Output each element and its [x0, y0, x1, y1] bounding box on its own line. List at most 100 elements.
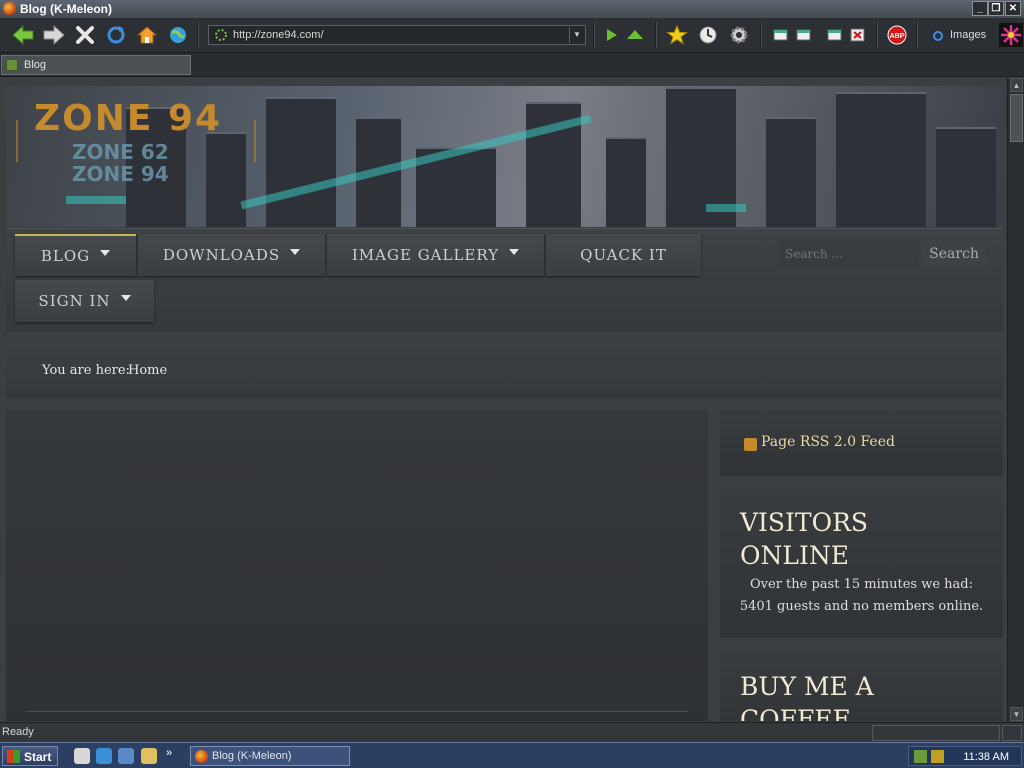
visitors-online-text: Over the past 15 minutes we had: 5401 gu…: [720, 574, 1003, 618]
page-viewport: ZONE 94 ZONE 62 ZONE 94 BLOG DOWNLOADS I…: [0, 78, 1007, 721]
rss-feed-icon: [744, 438, 757, 451]
nav-label-blog: BLOG: [40, 247, 91, 265]
window-button-2[interactable]: [791, 22, 817, 48]
back-arrow-icon: [12, 24, 34, 46]
svg-text:ABP: ABP: [890, 33, 905, 40]
up-arrow-icon: [627, 30, 643, 39]
globe-icon: [170, 27, 186, 43]
tab-bar: Blog: [0, 53, 1024, 77]
tray-network-icon[interactable]: [914, 750, 927, 763]
main-content-area: [6, 410, 708, 721]
tab-label: Blog: [24, 59, 47, 71]
chevron-down-icon: [290, 249, 301, 255]
bookmarks-button[interactable]: [664, 22, 690, 48]
main-navigation: BLOG DOWNLOADS IMAGE GALLERY QUACK IT SI…: [6, 228, 1003, 332]
scroll-thumb[interactable]: [1010, 94, 1023, 142]
throbber-icon: [999, 23, 1023, 47]
taskbar-item-label: Blog (K-Meleon): [212, 750, 292, 762]
visitors-title-line-2: ONLINE: [740, 541, 849, 570]
close-tab-button[interactable]: [845, 22, 871, 48]
visitors-online-module: VISITORS ONLINE Over the past 15 minutes…: [720, 488, 1003, 638]
breadcrumb-label: You are here:: [42, 363, 130, 378]
coffee-title-line-1: BUY ME A: [740, 672, 874, 701]
nav-item-sign-in[interactable]: SIGN IN: [15, 280, 154, 322]
adblock-button[interactable]: ABP: [884, 22, 910, 48]
tray-volume-icon[interactable]: [931, 750, 944, 763]
window-titlebar: Blog (K-Meleon) _ ❐ ✕: [0, 0, 1024, 18]
visitors-text-line-2: 5401 guests and no members online.: [739, 599, 984, 614]
loading-spinner-icon: [215, 29, 227, 41]
stop-x-icon: [76, 26, 94, 44]
minimize-button[interactable]: _: [972, 1, 988, 16]
gear-icon: [730, 26, 748, 44]
new-window-icon: [827, 29, 842, 41]
stop-button[interactable]: [72, 22, 98, 48]
throbber: [998, 22, 1024, 48]
images-toggle[interactable]: Images: [950, 29, 986, 41]
scroll-down-arrow-icon[interactable]: ▼: [1010, 707, 1023, 721]
content-divider: [26, 711, 688, 712]
back-button[interactable]: [10, 22, 36, 48]
preferences-button[interactable]: [726, 22, 752, 48]
visitors-online-title: VISITORS ONLINE: [740, 506, 868, 572]
nav-item-downloads[interactable]: DOWNLOADS: [138, 234, 325, 276]
go-button[interactable]: [598, 22, 624, 48]
address-text: http://zone94.com/: [233, 29, 324, 41]
visitors-text-line-1: Over the past 15 minutes we had:: [750, 577, 973, 592]
globe-button[interactable]: [165, 22, 191, 48]
scroll-up-arrow-icon[interactable]: ▲: [1010, 78, 1023, 92]
outlook-express-icon[interactable]: [118, 748, 134, 764]
chevron-down-icon: [100, 250, 111, 256]
show-desktop-icon[interactable]: [74, 748, 90, 764]
nav-label-image-gallery: IMAGE GALLERY: [351, 246, 500, 264]
site-favicon-icon: [6, 59, 18, 71]
forward-arrow-icon: [43, 24, 65, 46]
start-button[interactable]: Start: [2, 746, 58, 766]
nav-item-image-gallery[interactable]: IMAGE GALLERY: [327, 234, 544, 276]
breadcrumb: You are here: Home: [6, 344, 1003, 398]
start-label: Start: [24, 750, 52, 764]
vertical-scrollbar[interactable]: ▲ ▼: [1007, 78, 1024, 721]
nav-label-quack-it: QUACK IT: [580, 246, 667, 264]
nav-item-blog[interactable]: BLOG: [15, 234, 136, 276]
search-button[interactable]: Search: [922, 240, 986, 268]
address-dropdown-arrow-icon[interactable]: ▼: [569, 27, 584, 43]
chevron-down-icon: [120, 295, 131, 301]
site-header-banner: ZONE 94 ZONE 62 ZONE 94: [6, 86, 1003, 227]
home-icon: [136, 26, 158, 44]
window-back-icon: [773, 29, 788, 41]
reload-icon: [107, 26, 125, 44]
quicklaunch-more-icon[interactable]: »: [166, 747, 172, 759]
logo-subtitle-line-2: ZONE 94: [72, 162, 169, 186]
status-progress-cell: [872, 725, 1000, 741]
forward-button[interactable]: [41, 22, 67, 48]
site-logo[interactable]: ZONE 94: [34, 98, 222, 139]
window-forward-icon: [796, 29, 811, 41]
internet-explorer-icon[interactable]: [96, 748, 112, 764]
windows-logo-icon: [7, 750, 20, 763]
breadcrumb-home: Home: [128, 363, 168, 378]
close-window-button[interactable]: ✕: [1005, 1, 1021, 16]
address-bar[interactable]: http://zone94.com/ ▼: [208, 25, 586, 45]
images-refresh-icon: [933, 31, 943, 41]
history-button[interactable]: [695, 22, 721, 48]
kmeleon-app-icon: [3, 2, 16, 15]
nav-item-quack-it[interactable]: QUACK IT: [546, 234, 701, 276]
home-button[interactable]: [134, 22, 160, 48]
restore-button[interactable]: ❐: [988, 1, 1004, 16]
search-input[interactable]: [779, 240, 919, 268]
buy-me-a-coffee-title: BUY ME A COFFEE: [740, 670, 874, 721]
logo-subtitle-line-1: ZONE 62: [72, 140, 169, 164]
tab-blog[interactable]: Blog: [1, 55, 191, 75]
rss-feed-link[interactable]: Page RSS 2.0 Feed: [761, 434, 895, 450]
browser-toolbar: http://zone94.com/ ▼ ABP Images: [0, 18, 1024, 53]
up-button[interactable]: [622, 22, 648, 48]
windows-taskbar: Start » Blog (K-Meleon) 11:38 AM: [0, 742, 1024, 768]
window-title: Blog (K-Meleon): [20, 2, 112, 16]
chevron-down-icon: [509, 249, 520, 255]
taskbar-item-blog[interactable]: Blog (K-Meleon): [190, 746, 350, 766]
taskbar-clock: 11:38 AM: [963, 751, 1009, 763]
explorer-icon[interactable]: [141, 748, 157, 764]
site-logo-subtitle: ZONE 62 ZONE 94: [72, 141, 169, 185]
reload-button[interactable]: [103, 22, 129, 48]
